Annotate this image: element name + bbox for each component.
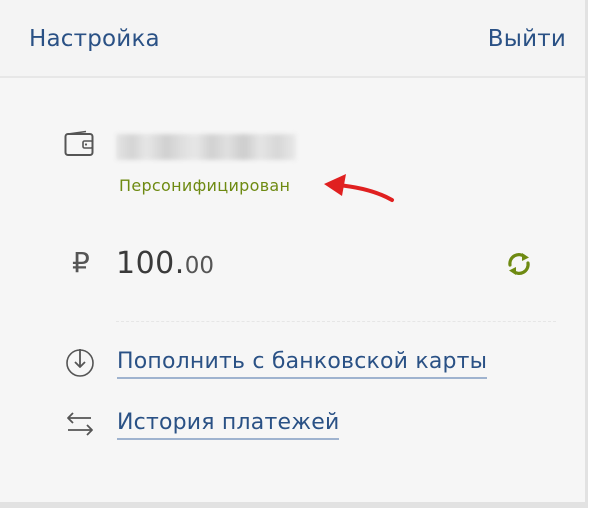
topup-from-card-link[interactable]: Пополнить с банковской карты <box>117 349 488 379</box>
balance-amount: 100.00 <box>116 246 214 281</box>
balance-divider <box>116 321 556 322</box>
card-header: Настройка Выйти <box>0 0 585 78</box>
red-arrow-icon <box>324 174 394 202</box>
wallet-card: Настройка Выйти Персонифицирован ₽ 100.0… <box>0 0 588 508</box>
settings-link[interactable]: Настройка <box>29 26 160 52</box>
download-circle-icon <box>66 349 94 377</box>
logout-link[interactable]: Выйти <box>488 26 566 52</box>
payment-history-link[interactable]: История платежей <box>117 410 340 440</box>
ruble-icon: ₽ <box>72 246 90 279</box>
wallet-icon <box>64 130 94 156</box>
swap-arrows-icon <box>67 412 93 436</box>
balance-fraction: 00 <box>184 253 215 279</box>
account-number-redacted <box>116 134 296 160</box>
balance-integer: 100. <box>116 246 185 281</box>
refresh-icon[interactable] <box>505 250 533 278</box>
account-status-label: Персонифицирован <box>119 176 291 195</box>
